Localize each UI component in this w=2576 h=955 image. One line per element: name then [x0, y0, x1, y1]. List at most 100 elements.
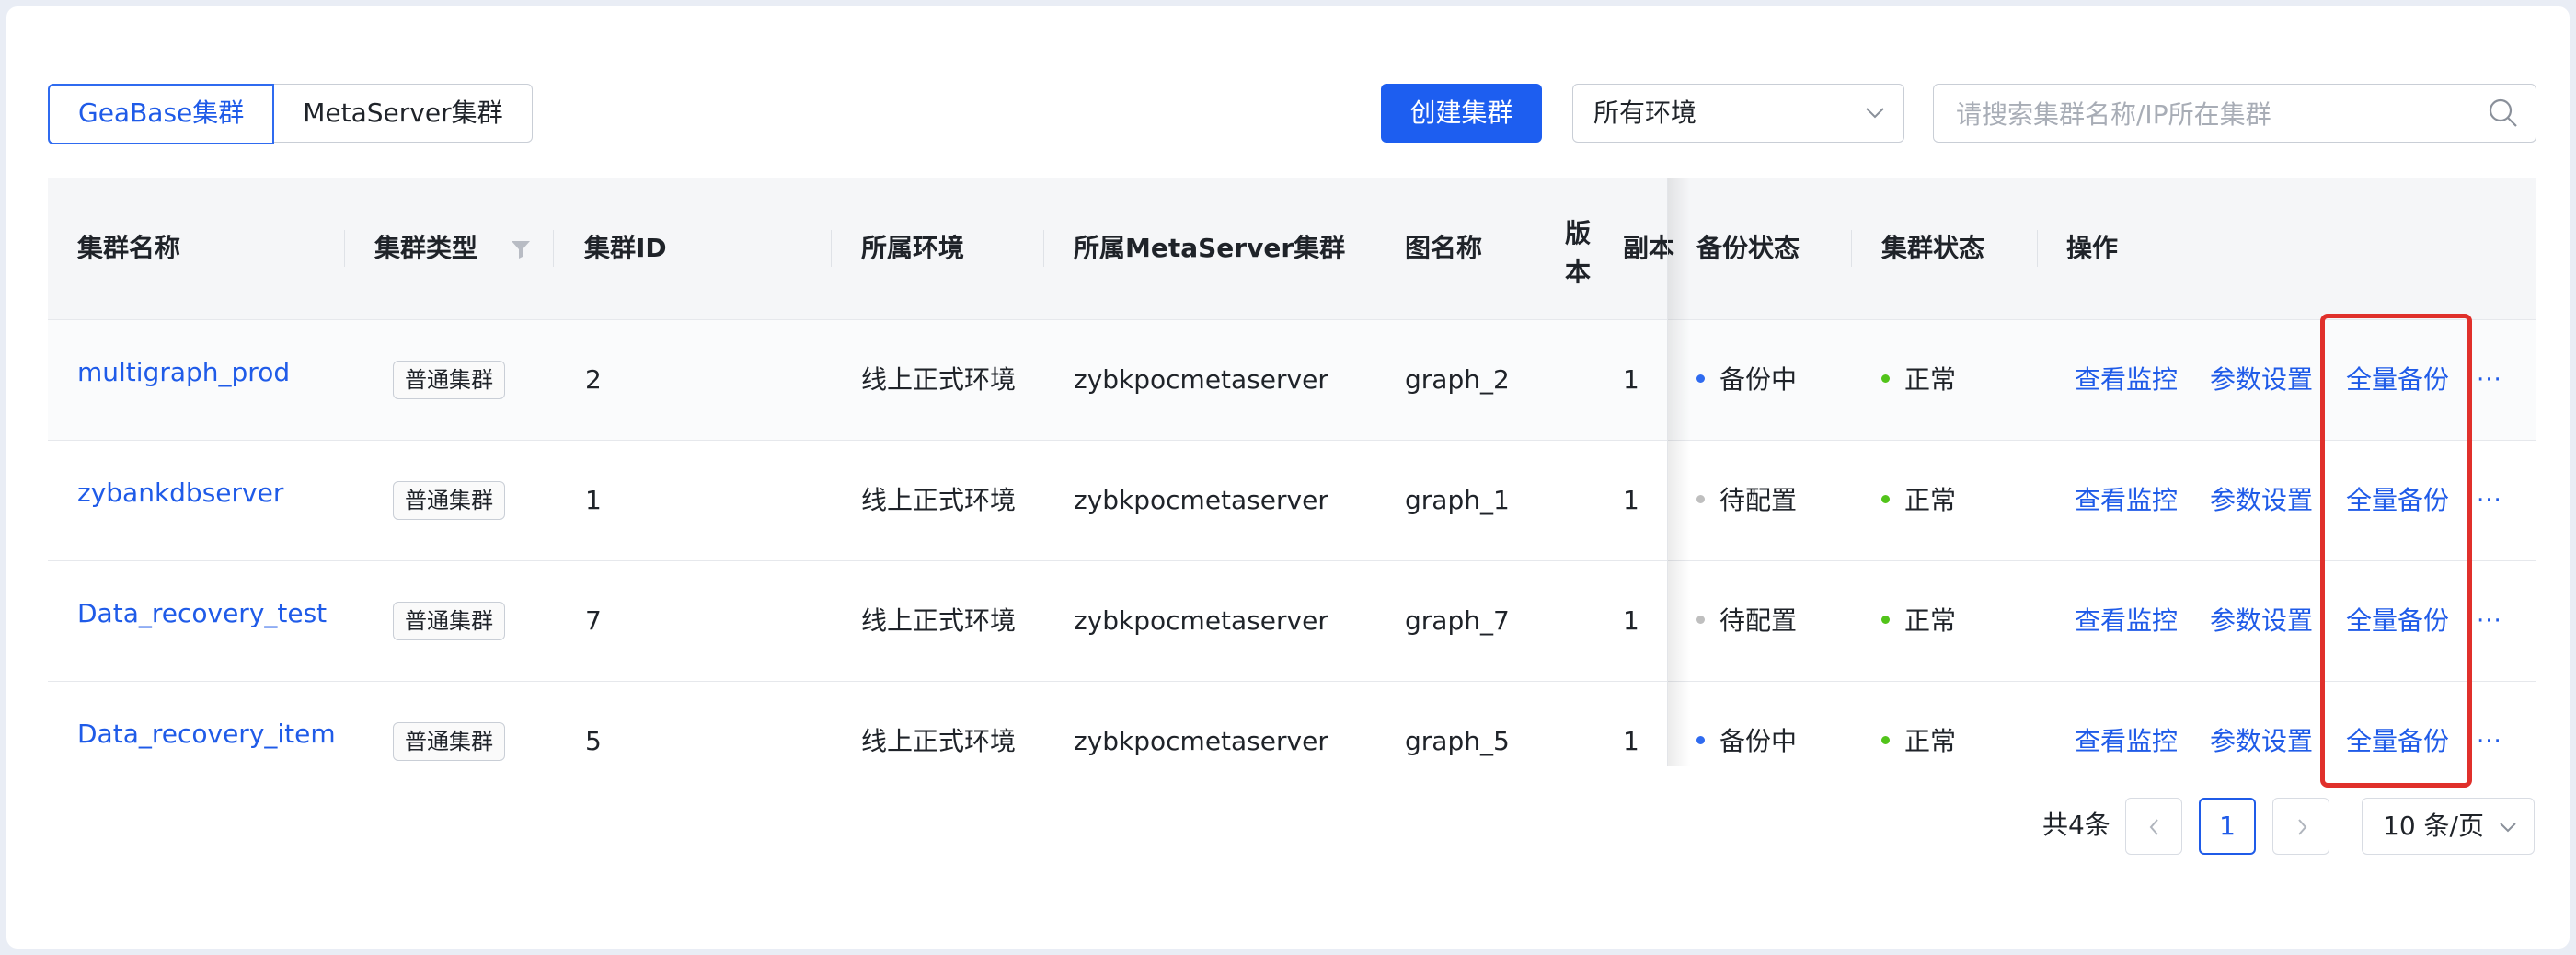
- cluster-id-cell: 1: [585, 485, 602, 515]
- replica-cell: 1: [1623, 605, 1639, 636]
- backup-status-cell: 待配置: [1696, 561, 1797, 681]
- cluster-status-text: 正常: [1904, 605, 1957, 636]
- more-actions-icon[interactable]: ···: [2477, 441, 2502, 560]
- param-settings-link[interactable]: 参数设置: [2210, 682, 2313, 766]
- cluster-table: 集群名称 集群类型 集群ID 所属环境 所属MetaServer集群 图名称 版…: [48, 178, 2536, 766]
- status-dot: [1696, 494, 1705, 503]
- status-dot: [1881, 735, 1890, 744]
- fixed-column-shadow: [1668, 178, 1690, 766]
- chevron-down-icon: [1865, 101, 1885, 127]
- graph-name-cell: graph_2: [1405, 364, 1510, 395]
- header-cluster-type: 集群类型: [374, 233, 478, 263]
- header-divider: [344, 230, 345, 267]
- cluster-type-tag: 普通集群: [393, 361, 505, 399]
- cluster-status-cell: 正常: [1881, 320, 1956, 440]
- backup-status-cell: 待配置: [1696, 441, 1797, 560]
- status-dot: [1696, 735, 1705, 744]
- cluster-name-link[interactable]: Data_recovery_item: [77, 721, 336, 766]
- header-divider: [831, 230, 832, 267]
- param-settings-link[interactable]: 参数设置: [2210, 320, 2313, 440]
- environment-cell: 线上正式环境: [861, 726, 1017, 756]
- backup-status-text: 备份中: [1719, 726, 1798, 756]
- graph-name-cell: graph_1: [1405, 485, 1510, 515]
- header-version-line1: 版: [1565, 218, 1592, 248]
- header-divider: [553, 230, 554, 267]
- cluster-type-tag: 普通集群: [393, 722, 505, 761]
- search-box: [1933, 84, 2536, 143]
- chevron-down-icon: [2499, 817, 2517, 841]
- metaserver-cell: zybkpocmetaserver: [1074, 485, 1328, 515]
- table-row: multigraph_prod 普通集群 2 线上正式环境 zybkpocmet…: [48, 320, 2536, 441]
- status-dot: [1881, 494, 1890, 503]
- view-monitor-link[interactable]: 查看监控: [2075, 320, 2178, 440]
- param-settings-link[interactable]: 参数设置: [2210, 561, 2313, 681]
- replica-cell: 1: [1623, 726, 1639, 756]
- page-size-select[interactable]: 10 条/页: [2362, 798, 2535, 855]
- table-row: zybankdbserver 普通集群 1 线上正式环境 zybkpocmeta…: [48, 441, 2536, 561]
- metaserver-cell: zybkpocmetaserver: [1074, 605, 1328, 636]
- header-cluster-id: 集群ID: [584, 233, 667, 263]
- metaserver-cell: zybkpocmetaserver: [1074, 364, 1328, 395]
- status-dot: [1696, 615, 1705, 624]
- view-monitor-link[interactable]: 查看监控: [2075, 441, 2178, 560]
- cluster-status-text: 正常: [1904, 726, 1957, 756]
- prev-page-button[interactable]: [2125, 798, 2182, 855]
- param-settings-link[interactable]: 参数设置: [2210, 441, 2313, 560]
- header-metaserver: 所属MetaServer集群: [1074, 233, 1346, 263]
- environment-cell: 线上正式环境: [861, 485, 1017, 515]
- header-cluster-name: 集群名称: [77, 233, 181, 263]
- header-graph-name: 图名称: [1405, 233, 1483, 263]
- header-backup-status: 备份状态: [1696, 233, 1800, 263]
- view-monitor-link[interactable]: 查看监控: [2075, 682, 2178, 766]
- tab-metaserver[interactable]: MetaServer集群: [274, 84, 533, 143]
- header-version: 版 本: [1565, 214, 1591, 292]
- cluster-list-card: GeaBase集群 MetaServer集群 创建集群 所有环境 集群名称 集群…: [6, 6, 2570, 949]
- table-row: Data_recovery_item 普通集群 5 线上正式环境 zybkpoc…: [48, 682, 2536, 766]
- create-cluster-button[interactable]: 创建集群: [1381, 84, 1542, 143]
- filter-icon[interactable]: [511, 239, 531, 263]
- backup-status-cell: 备份中: [1696, 682, 1797, 766]
- metaserver-cell: zybkpocmetaserver: [1074, 726, 1328, 756]
- cluster-type-tag: 普通集群: [393, 602, 505, 640]
- view-monitor-link[interactable]: 查看监控: [2075, 561, 2178, 681]
- header-divider: [1851, 230, 1852, 267]
- header-actions: 操作: [2066, 233, 2119, 263]
- search-icon[interactable]: [2488, 98, 2519, 132]
- pagination-total: 共4条: [2042, 810, 2110, 840]
- environment-select-value: 所有环境: [1593, 98, 1697, 128]
- more-actions-icon[interactable]: ···: [2477, 561, 2502, 681]
- environment-cell: 线上正式环境: [861, 364, 1017, 395]
- search-input[interactable]: [1954, 92, 2473, 136]
- status-dot: [1881, 615, 1890, 624]
- cluster-type-tabs: GeaBase集群 MetaServer集群: [48, 84, 533, 144]
- environment-select[interactable]: 所有环境: [1572, 84, 1904, 143]
- header-divider: [1043, 230, 1044, 267]
- backup-status-text: 待配置: [1719, 605, 1798, 636]
- status-dot: [1696, 374, 1705, 383]
- more-actions-icon[interactable]: ···: [2477, 682, 2502, 766]
- more-actions-icon[interactable]: ···: [2477, 320, 2502, 440]
- replica-cell: 1: [1623, 485, 1639, 515]
- cluster-type-tag: 普通集群: [393, 481, 505, 520]
- header-environment: 所属环境: [861, 233, 965, 263]
- page-size-value: 10 条/页: [2383, 811, 2484, 841]
- tab-geabase[interactable]: GeaBase集群: [48, 84, 275, 144]
- cluster-id-cell: 2: [585, 364, 602, 395]
- graph-name-cell: graph_7: [1405, 605, 1510, 636]
- cluster-id-cell: 7: [585, 605, 602, 636]
- table-header: 集群名称 集群类型 集群ID 所属环境 所属MetaServer集群 图名称 版…: [48, 178, 2536, 320]
- header-cluster-status: 集群状态: [1881, 233, 1985, 263]
- backup-status-text: 备份中: [1719, 364, 1798, 395]
- cluster-status-cell: 正常: [1881, 441, 1956, 560]
- next-page-button[interactable]: [2272, 798, 2329, 855]
- page-number-button[interactable]: 1: [2199, 798, 2256, 855]
- environment-cell: 线上正式环境: [861, 605, 1017, 636]
- backup-status-cell: 备份中: [1696, 320, 1797, 440]
- cluster-id-cell: 5: [585, 726, 602, 756]
- full-backup-highlight-box: [2320, 314, 2472, 788]
- cluster-status-text: 正常: [1904, 485, 1957, 515]
- cluster-status-cell: 正常: [1881, 682, 1956, 766]
- cluster-status-cell: 正常: [1881, 561, 1956, 681]
- backup-status-text: 待配置: [1719, 485, 1798, 515]
- table-row: Data_recovery_test 普通集群 7 线上正式环境 zybkpoc…: [48, 561, 2536, 682]
